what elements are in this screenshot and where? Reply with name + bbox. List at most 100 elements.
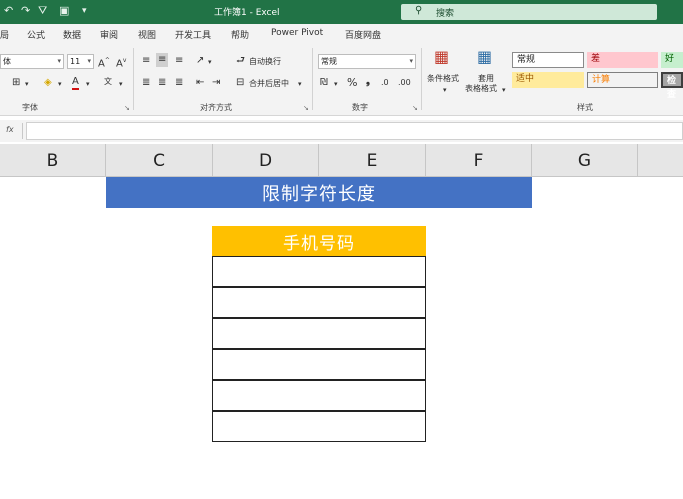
number-format-value: 常规 <box>321 57 337 66</box>
column-header-g[interactable]: G <box>532 144 638 177</box>
ribbon-tabs: 局 公式 数据 审阅 视图 开发工具 帮助 Power Pivot 百度网盘 <box>0 24 683 44</box>
tab-data[interactable]: 数据 <box>63 28 81 41</box>
divider <box>312 48 313 110</box>
grow-font-icon[interactable]: A^ <box>98 55 110 70</box>
dialog-launcher-icon[interactable]: ↘ <box>303 104 309 112</box>
tab-formulas[interactable]: 公式 <box>27 28 45 41</box>
font-color-icon[interactable]: A <box>72 76 79 90</box>
formula-bar: fx <box>0 120 683 142</box>
font-size-combo[interactable]: 11 ▾ <box>67 54 94 69</box>
font-name-combo[interactable]: 体 ▾ <box>0 54 64 69</box>
chevron-down-icon: ▾ <box>409 57 413 65</box>
chevron-down-icon[interactable]: ▾ <box>443 84 447 96</box>
column-header-b[interactable]: B <box>0 144 106 177</box>
divider <box>133 48 134 110</box>
tab-review[interactable]: 审阅 <box>100 28 118 41</box>
borders-icon[interactable]: ⊞ <box>12 77 20 89</box>
chevron-down-icon[interactable]: ▾ <box>208 56 212 68</box>
column-header-c[interactable]: C <box>106 144 213 177</box>
chevron-down-icon[interactable]: ▾ <box>58 78 62 90</box>
window-title: 工作簿1 - Excel <box>214 8 280 18</box>
font-group-label: 字体 <box>22 103 38 112</box>
search-label: 搜索 <box>436 9 455 19</box>
merge-center-button[interactable]: 合并后居中 <box>249 78 289 89</box>
fill-color-icon[interactable]: ◈ <box>44 77 52 89</box>
align-left-icon[interactable]: ≣ <box>142 77 150 89</box>
divider <box>421 48 422 110</box>
column-header-f[interactable]: F <box>426 144 532 177</box>
shrink-font-icon[interactable]: Av <box>116 55 126 70</box>
phone-cell[interactable] <box>212 380 426 411</box>
tab-help[interactable]: 帮助 <box>231 28 249 41</box>
column-header-e[interactable]: E <box>319 144 426 177</box>
phonetic-icon[interactable]: 文 <box>104 76 112 88</box>
table-format-icon: ▦ <box>477 47 493 66</box>
dialog-launcher-icon[interactable]: ↘ <box>412 104 418 112</box>
accounting-format-icon[interactable]: ₪ <box>320 77 328 89</box>
phone-cell[interactable] <box>212 287 426 318</box>
chevron-down-icon: ▾ <box>87 57 91 65</box>
style-calculation[interactable]: 计算 <box>587 72 658 88</box>
increase-decimal-icon[interactable]: .0 <box>381 77 389 89</box>
undo-icon[interactable]: ↶ <box>4 4 13 17</box>
percent-icon[interactable]: % <box>347 77 357 89</box>
chevron-down-icon[interactable]: ▾ <box>298 78 302 90</box>
column-header-d[interactable]: D <box>213 144 319 177</box>
search-box[interactable]: ⚲ 搜索 <box>401 4 657 20</box>
style-check[interactable]: 检查 <box>661 72 683 100</box>
style-bad[interactable]: 差 <box>587 52 658 68</box>
orientation-icon[interactable]: ↗ <box>196 55 204 67</box>
decrease-decimal-icon[interactable]: .00 <box>398 77 411 89</box>
divider <box>22 123 23 139</box>
style-neutral[interactable]: 适中 <box>512 72 584 88</box>
chevron-down-icon[interactable]: ▾ <box>86 78 90 90</box>
tab-page-layout[interactable]: 局 <box>0 28 9 41</box>
align-right-icon[interactable]: ≣ <box>175 77 183 89</box>
chevron-down-icon[interactable]: ▾ <box>25 78 29 90</box>
number-format-combo[interactable]: 常规 ▾ <box>318 54 416 69</box>
alignment-group-label: 对齐方式 <box>200 103 232 112</box>
decrease-indent-icon[interactable]: ⇤ <box>196 77 204 89</box>
formula-input[interactable] <box>26 122 683 140</box>
tab-view[interactable]: 视图 <box>138 28 156 41</box>
phone-cell[interactable] <box>212 411 426 442</box>
table-format-line2[interactable]: 表格格式 <box>465 83 497 94</box>
chevron-down-icon[interactable]: ▾ <box>119 78 123 90</box>
insert-function-icon[interactable]: fx <box>6 125 14 134</box>
phone-cell[interactable] <box>212 349 426 380</box>
merge-center-icon: ⊟ <box>236 77 245 88</box>
align-top-icon[interactable]: ≡ <box>142 55 150 67</box>
tab-baidu-netdisk[interactable]: 百度网盘 <box>345 28 381 41</box>
search-icon: ⚲ <box>415 5 423 16</box>
conditional-format-icon: ▦ <box>434 47 450 66</box>
title-banner-cell[interactable]: 限制字符长度 <box>106 177 532 208</box>
phone-cell[interactable] <box>212 256 426 287</box>
chevron-down-icon[interactable]: ▾ <box>502 84 506 96</box>
dialog-launcher-icon[interactable]: ↘ <box>124 104 130 112</box>
title-bar: ↶ ↷ ⛛ ▣ ▾ 工作簿1 - Excel ⚲ 搜索 <box>0 0 683 24</box>
redo-icon[interactable]: ↷ <box>21 4 30 17</box>
align-middle-icon[interactable]: ≡ <box>156 53 169 67</box>
phone-cell[interactable] <box>212 318 426 349</box>
styles-group-label: 样式 <box>577 103 593 112</box>
chevron-down-icon[interactable]: ▾ <box>334 78 338 90</box>
wrap-text-button[interactable]: 自动换行 <box>249 56 281 67</box>
phone-header-cell[interactable]: 手机号码 <box>212 226 426 257</box>
style-good[interactable]: 好 <box>661 52 683 68</box>
customize-qat-icon[interactable]: ▾ <box>82 6 87 16</box>
number-group-label: 数字 <box>352 103 368 112</box>
font-size-value: 11 <box>70 57 81 66</box>
align-bottom-icon[interactable]: ≡ <box>175 55 183 67</box>
filter-icon[interactable]: ⛛ <box>38 4 47 18</box>
wrap-text-icon: ⮐ <box>236 55 245 66</box>
style-normal[interactable]: 常规 <box>512 52 584 68</box>
comma-style-icon[interactable]: ❟ <box>366 76 370 88</box>
form-icon[interactable]: ▣ <box>59 4 69 17</box>
increase-indent-icon[interactable]: ⇥ <box>212 77 220 89</box>
ribbon: 体 ▾ 11 ▾ A^ Av ⊞ ▾ ◈ ▾ A ▾ 文 ▾ 字体 ↘ ≡ ≡ … <box>0 44 683 116</box>
tab-developer[interactable]: 开发工具 <box>175 28 211 41</box>
tab-power-pivot[interactable]: Power Pivot <box>271 28 323 38</box>
conditional-format-button[interactable]: 条件格式 <box>427 73 459 84</box>
align-center-icon[interactable]: ≣ <box>158 77 166 89</box>
column-headers: B C D E F G <box>0 144 683 177</box>
